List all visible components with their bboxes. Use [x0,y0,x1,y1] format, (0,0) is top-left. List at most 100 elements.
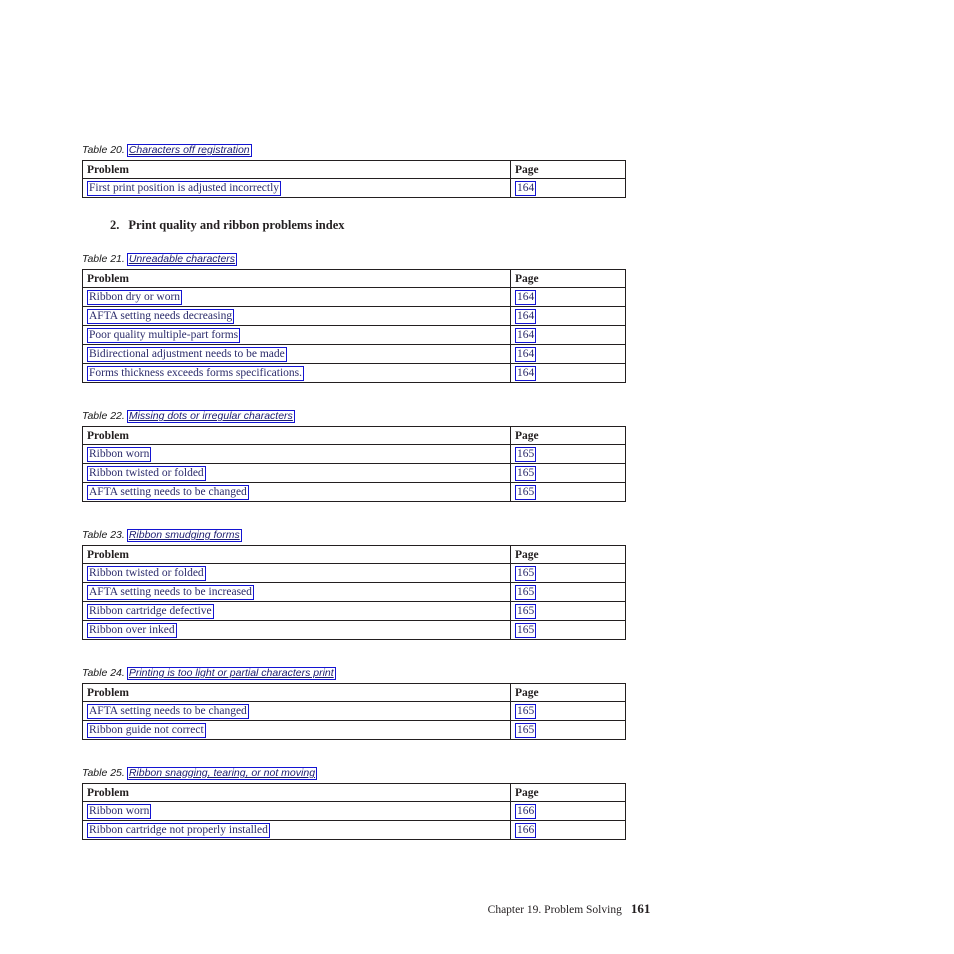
page-link[interactable]: 165 [515,585,537,600]
problem-page-table: Problem Page Ribbon worn 166 Ribbon cart… [82,783,626,840]
page-cell: 164 [510,363,626,383]
page-cell: 166 [510,820,626,840]
table-row: First print position is adjusted incorre… [82,178,626,198]
page-footer: Chapter 19. Problem Solving 161 [0,901,954,917]
page-cell: 165 [510,601,626,621]
page-cell: 164 [510,178,626,198]
problem-cell: Poor quality multiple-part forms [82,325,511,345]
column-header-problem: Problem [82,783,511,802]
problem-link[interactable]: AFTA setting needs decreasing [87,309,235,324]
table-caption: Table 22. Missing dots or irregular chara… [82,410,625,423]
problem-link[interactable]: AFTA setting needs to be changed [87,704,249,719]
page-cell: 165 [510,620,626,640]
page-link[interactable]: 165 [515,704,537,719]
section-heading: 2. Print quality and ribbon problems inde… [82,218,625,233]
problem-link[interactable]: Ribbon dry or worn [87,290,183,305]
table-row: Forms thickness exceeds forms specificat… [82,363,626,383]
page-cell: 165 [510,444,626,464]
column-header-problem: Problem [82,160,511,179]
page-cell: 165 [510,563,626,583]
problem-link[interactable]: Ribbon cartridge defective [87,604,214,619]
problem-link[interactable]: AFTA setting needs to be increased [87,585,254,600]
problem-cell: AFTA setting needs to be changed [82,482,511,502]
page-link[interactable]: 165 [515,485,537,500]
page-cell: 165 [510,463,626,483]
problem-page-table: Problem Page Ribbon dry or worn 164 AFTA… [82,269,626,383]
table-header-row: Problem Page [82,683,626,702]
table-row: Ribbon cartridge not properly installed … [82,820,626,840]
column-header-page: Page [510,269,626,288]
table-caption: Table 23. Ribbon smudging forms [82,529,625,542]
problem-link[interactable]: Poor quality multiple-part forms [87,328,241,343]
problem-link[interactable]: Ribbon worn [87,804,152,819]
page-content: Table 20. Characters off registration Pro… [82,144,626,840]
problem-cell: Ribbon worn [82,444,511,464]
page-cell: 165 [510,720,626,740]
problem-cell: AFTA setting needs to be changed [82,701,511,721]
problem-cell: Forms thickness exceeds forms specificat… [82,363,511,383]
column-header-page: Page [510,545,626,564]
problem-link[interactable]: Ribbon guide not correct [87,723,206,738]
footer-chapter-label: Chapter 19. Problem Solving [487,904,622,916]
page-link[interactable]: 165 [515,723,537,738]
table-caption-link[interactable]: Printing is too light or partial charact… [126,667,336,680]
problem-page-table: Problem Page AFTA setting needs to be ch… [82,683,626,740]
page-cell: 164 [510,306,626,326]
problem-link[interactable]: Ribbon over inked [87,623,177,638]
column-header-problem: Problem [82,426,511,445]
page-link[interactable]: 165 [515,623,537,638]
table-caption: Table 25. Ribbon snagging, tearing, or no… [82,767,625,780]
problem-link[interactable]: Ribbon twisted or folded [87,566,206,581]
table-caption-link[interactable]: Unreadable characters [126,253,238,266]
table-header-row: Problem Page [82,783,626,802]
page-cell: 164 [510,287,626,307]
page-link[interactable]: 166 [515,804,537,819]
page-cell: 165 [510,701,626,721]
problem-cell: Bidirectional adjustment needs to be mad… [82,344,511,364]
column-header-problem: Problem [82,269,511,288]
table-row: AFTA setting needs to be changed 165 [82,482,626,502]
table-caption-number: Table 25. [82,767,125,779]
page-link[interactable]: 164 [515,309,537,324]
table-header-row: Problem Page [82,545,626,564]
problem-link[interactable]: Forms thickness exceeds forms specificat… [87,366,305,381]
problem-link[interactable]: AFTA setting needs to be changed [87,485,249,500]
page-link[interactable]: 166 [515,823,537,838]
table-caption-link[interactable]: Ribbon smudging forms [126,529,242,542]
table-caption-link[interactable]: Ribbon snagging, tearing, or not moving [126,767,318,780]
table-caption-link[interactable]: Characters off registration [126,144,252,157]
problem-link[interactable]: Ribbon worn [87,447,152,462]
problem-cell: Ribbon over inked [82,620,511,640]
page-link[interactable]: 164 [515,290,537,305]
problem-link[interactable]: Bidirectional adjustment needs to be mad… [87,347,287,362]
section-heading-title: Print quality and ribbon problems index [128,218,345,232]
page-link[interactable]: 164 [515,366,537,381]
table-row: Ribbon twisted or folded 165 [82,563,626,583]
table-row: Ribbon cartridge defective 165 [82,601,626,621]
page-link[interactable]: 165 [515,604,537,619]
table-caption: Table 21. Unreadable characters [82,253,625,266]
page-link[interactable]: 164 [515,347,537,362]
page-link[interactable]: 165 [515,566,537,581]
table-caption-link[interactable]: Missing dots or irregular characters [126,410,295,423]
problem-link[interactable]: First print position is adjusted incorre… [87,181,282,196]
page-link[interactable]: 165 [515,447,537,462]
table-caption-number: Table 23. [82,529,125,541]
table-caption: Table 24. Printing is too light or partia… [82,667,625,680]
table-row: Ribbon twisted or folded 165 [82,463,626,483]
table-row: Poor quality multiple-part forms 164 [82,325,626,345]
page-link[interactable]: 164 [515,181,537,196]
problem-cell: AFTA setting needs to be increased [82,582,511,602]
page-link[interactable]: 164 [515,328,537,343]
column-header-page: Page [510,783,626,802]
problem-cell: Ribbon dry or worn [82,287,511,307]
table-caption-number: Table 22. [82,410,125,422]
table-row: Ribbon over inked 165 [82,620,626,640]
problem-link[interactable]: Ribbon twisted or folded [87,466,206,481]
section-heading-number: 2. [110,218,120,232]
problem-cell: Ribbon cartridge not properly installed [82,820,511,840]
problem-link[interactable]: Ribbon cartridge not properly installed [87,823,270,838]
column-header-problem: Problem [82,545,511,564]
page-link[interactable]: 165 [515,466,537,481]
